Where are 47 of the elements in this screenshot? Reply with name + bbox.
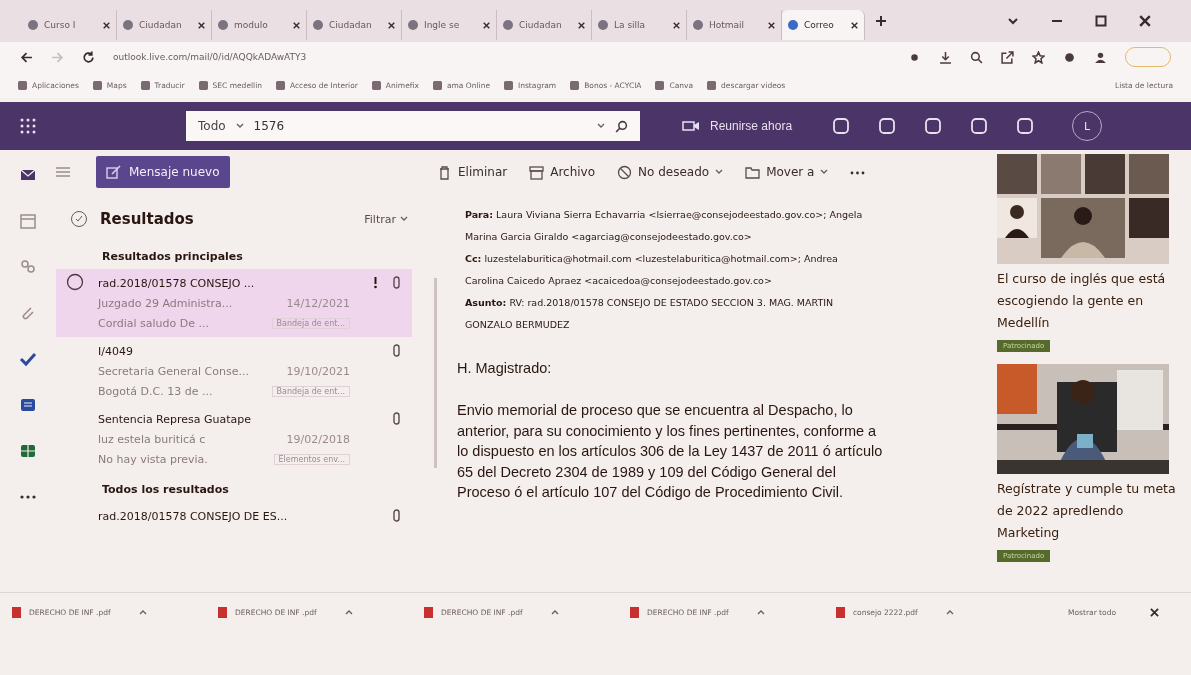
browser-tab[interactable]: Ingle se [402, 10, 497, 40]
browser-tab[interactable]: Curso I [22, 10, 117, 40]
folder-tag: Elementos env... [273, 453, 350, 465]
message-item[interactable]: rad.2018/01578 CONSEJO DE ES... [56, 502, 412, 530]
email-body: Envio memorial de proceso que se encuentra al Despacho, lo anterior, para su conocimiento y los fines pertinentes, conforme a lo dispuesto en los artículos 306 de la Ley 1437 de 2011 ó artículo 65 del Decreto 2304 de 1989 y 109 del Código General del Proceso ó el artículo 107 del Código de Procedimiento Civil. [457, 401, 884, 502]
browser-tab[interactable]: Correo [782, 10, 865, 40]
message-sender: Secretaria General Conse... [98, 364, 250, 378]
filter-button[interactable]: Filtrar [358, 211, 414, 227]
ad-headline[interactable]: El curso de inglés que está escogiendo la gente en Medellín [997, 268, 1177, 334]
message-date: 19/10/2021 [286, 364, 350, 378]
toolbar-action[interactable]: No deseado [617, 164, 724, 180]
browser-tab[interactable]: La silla [592, 10, 687, 40]
folder-tag: Bandeja de ent... [271, 317, 350, 329]
browser-tab[interactable]: modulo [212, 10, 307, 40]
email-header-line: Cc: luzestelaburitica@hotmail.com <luzestelaburitica@hotmail.com>; Andrea Carolina Caicedo Apraez <acaicedoa@consejodeestado.gov.co> [465, 252, 839, 288]
toolbar-action[interactable]: Mover a [745, 164, 829, 180]
message-preview: Bogotá D.C. 13 de ... [98, 384, 214, 398]
message-item[interactable]: I/4049 Secretaria General Conse... 19/10/2021 Bogotá D.C. 13 de ... Bandeja de ent... [56, 337, 412, 405]
message-sender: Juzgado 29 Administra... [98, 296, 234, 310]
message-preview: No hay vista previa. [98, 452, 209, 466]
message-subject: I/4049 [98, 344, 134, 358]
browser-tab[interactable]: Ciudadan [307, 10, 402, 40]
message-sender: luz estela buriticá c [98, 432, 207, 446]
toolbar-action[interactable]: Archivo [529, 164, 596, 180]
browser-tab[interactable]: Ciudadan [117, 10, 212, 40]
search-field[interactable]: Todo 1576 [186, 111, 640, 141]
results-title: Resultados [100, 210, 195, 228]
meet-now-button[interactable]: Reunirse ahora [676, 116, 799, 136]
email-greeting: H. Magistrado: [457, 360, 553, 376]
toolbar-action[interactable]: Eliminar [437, 164, 508, 180]
message-date: 14/12/2021 [286, 296, 350, 310]
search-scope-dropdown[interactable]: Todo [198, 119, 226, 133]
message-item[interactable]: Sentencia Represa Guatape luz estela buriticá c 19/02/2018 No hay vista previa. Elementos env... [56, 405, 412, 473]
folder-tag: Bandeja de ent... [271, 385, 350, 397]
section-heading: Resultados principales [101, 249, 244, 265]
section-heading: Todos los resultados [101, 482, 230, 498]
message-subject: rad.2018/01578 CONSEJO DE ES... [98, 509, 289, 523]
message-date: 19/02/2018 [286, 432, 350, 446]
message-subject: rad.2018/01578 CONSEJO ... [98, 276, 256, 290]
new-message-button[interactable]: Mensaje nuevo [96, 156, 230, 188]
email-header-line: Asunto: RV: rad.2018/01578 CONSEJO DE ESTADO SECCION 3. MAG. MARTIN GONZALO BERMUDEZ [465, 296, 835, 332]
search-query: 1576 [253, 119, 286, 133]
message-subject: Sentencia Represa Guatape [98, 412, 253, 426]
message-preview: Cordial saludo De ... [98, 316, 210, 330]
message-item[interactable]: rad.2018/01578 CONSEJO ... Juzgado 29 Administra... 14/12/2021 Cordial saludo De ... Bandeja de ent... [56, 269, 412, 337]
ad-headline[interactable]: Regístrate y cumple tu meta de 2022 apredIendo Marketing [997, 478, 1177, 544]
browser-tab[interactable]: Ciudadan [497, 10, 592, 40]
